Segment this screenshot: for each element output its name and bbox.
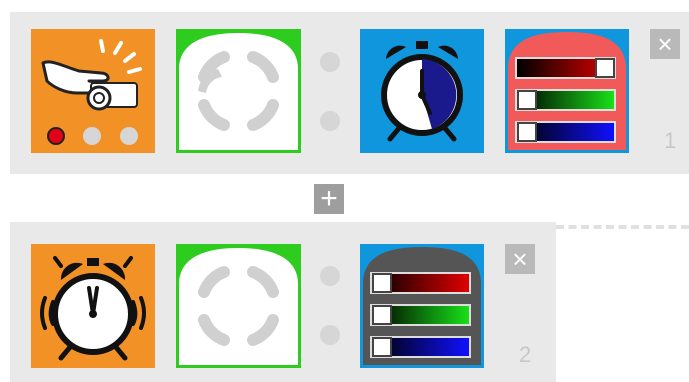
output-tile-2[interactable] <box>360 244 484 368</box>
blue-slider-handle[interactable] <box>517 122 537 142</box>
red-slider[interactable] <box>370 272 471 294</box>
program-block-2: × 2 <box>0 222 689 382</box>
condition-tile-1[interactable] <box>176 29 301 153</box>
green-slider-handle[interactable] <box>372 305 392 325</box>
red-slider-handle[interactable] <box>595 58 615 78</box>
alarm-clock-ringing-icon <box>40 256 146 361</box>
green-slider-handle[interactable] <box>517 90 537 110</box>
red-slider-handle[interactable] <box>372 273 392 293</box>
close-block-1-button[interactable]: × <box>650 29 680 59</box>
event-tile-2[interactable] <box>31 244 155 368</box>
connector-dot-top <box>320 266 340 286</box>
program-block-1: × 1 <box>0 0 689 180</box>
blue-slider-handle[interactable] <box>372 337 392 357</box>
sensor-ring-icon <box>176 29 301 153</box>
connector-dot-bottom <box>320 111 340 131</box>
green-slider[interactable] <box>515 89 616 111</box>
block-number-2: 2 <box>519 342 532 367</box>
event-tile-1[interactable] <box>31 29 155 153</box>
add-block-button[interactable]: + <box>314 184 344 214</box>
condition-tile-2[interactable] <box>176 244 301 368</box>
blue-slider[interactable] <box>515 121 616 143</box>
sensor-ring-icon <box>176 244 301 368</box>
blue-slider[interactable] <box>370 336 471 358</box>
action-tile-1[interactable] <box>360 29 484 153</box>
block-number-1: 1 <box>664 128 677 153</box>
green-slider[interactable] <box>370 304 471 326</box>
red-slider[interactable] <box>515 57 616 79</box>
close-block-2-button[interactable]: × <box>505 244 535 274</box>
timer-clock-icon <box>381 41 463 142</box>
connector-dot-bottom <box>320 325 340 345</box>
connector-dot-top <box>320 52 340 72</box>
led-indicator-3[interactable] <box>120 127 138 145</box>
led-indicator-2[interactable] <box>83 127 101 145</box>
led-indicator-1[interactable] <box>47 127 65 145</box>
output-tile-1[interactable] <box>505 29 629 153</box>
